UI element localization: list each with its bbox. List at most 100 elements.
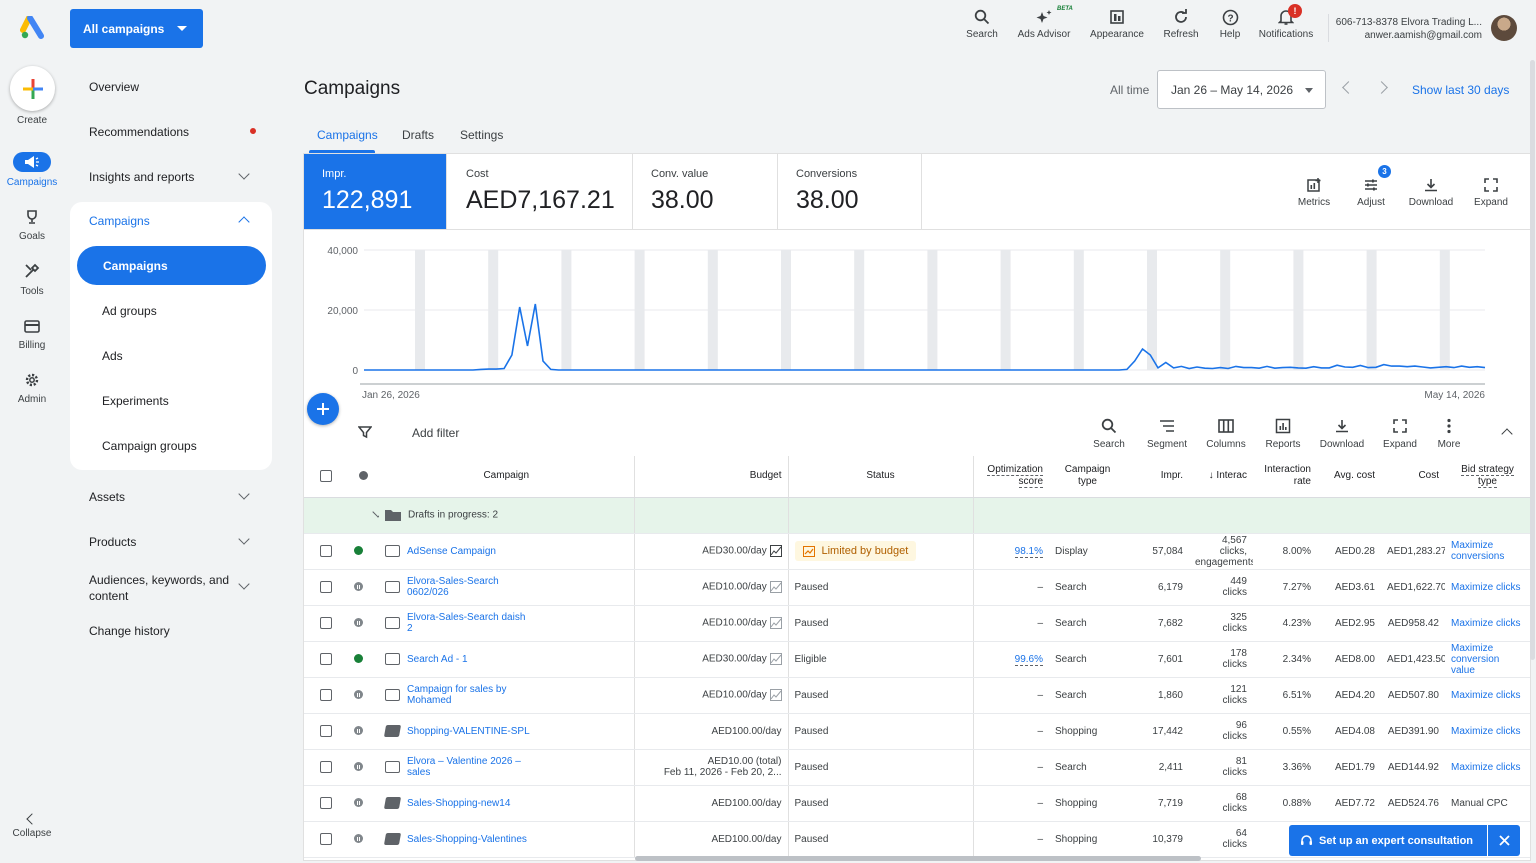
- row-checkbox[interactable]: [320, 545, 332, 557]
- paused-status-icon[interactable]: [354, 582, 363, 592]
- refresh-button[interactable]: Refresh: [1162, 8, 1200, 40]
- appearance-button[interactable]: Appearance: [1089, 8, 1145, 40]
- chevron-down-icon[interactable]: [238, 168, 250, 180]
- campaign-name-link[interactable]: Campaign for sales by Mohamed: [407, 684, 532, 706]
- enabled-status-icon[interactable]: [354, 546, 363, 556]
- metric-cost[interactable]: Cost AED7,167.21: [448, 154, 633, 229]
- chevron-right-icon[interactable]: [1375, 81, 1388, 94]
- bid-strategy[interactable]: Maximize clicks: [1451, 762, 1524, 773]
- budget-chart-icon[interactable]: [769, 689, 782, 701]
- campaigns-rail-label[interactable]: Campaigns: [0, 177, 64, 188]
- col-budget[interactable]: Budget: [634, 456, 789, 498]
- row-checkbox[interactable]: [320, 581, 332, 593]
- campaign-name-link[interactable]: Search Ad - 1: [407, 654, 468, 665]
- table-row[interactable]: Shopping-VALENTINE-SPL AED100.00/day Pause…: [304, 713, 1530, 750]
- metrics-button[interactable]: Metrics: [1294, 176, 1334, 208]
- col-status[interactable]: Status: [788, 456, 974, 498]
- col-bid-strategy[interactable]: Bid strategy type: [1445, 456, 1530, 498]
- paused-status-icon[interactable]: [354, 834, 363, 844]
- nav-sub-campaign-groups[interactable]: Campaign groups: [102, 439, 197, 453]
- bid-strategy[interactable]: Maximize clicks: [1451, 618, 1524, 629]
- bid-strategy[interactable]: Maximize clicks: [1451, 690, 1524, 701]
- nav-recommendations[interactable]: Recommendations: [89, 125, 189, 139]
- table-expand-button[interactable]: Expand: [1381, 417, 1419, 450]
- nav-sub-experiments[interactable]: Experiments: [102, 394, 169, 408]
- table-row[interactable]: Elvora – Valentine 2026 – sales AED10.00 …: [304, 749, 1530, 786]
- nav-assets[interactable]: Assets: [89, 490, 125, 504]
- tools-rail-label[interactable]: Tools: [0, 286, 64, 297]
- campaign-name-link[interactable]: Shopping-VALENTINE-SPL: [407, 726, 530, 737]
- paused-status-icon[interactable]: [354, 762, 363, 772]
- col-interaction-rate[interactable]: Interaction rate: [1253, 456, 1317, 498]
- chevron-down-icon[interactable]: [372, 506, 379, 518]
- bid-strategy[interactable]: Maximize conversion value: [1451, 643, 1524, 676]
- chevron-down-icon[interactable]: [238, 488, 250, 500]
- add-filter-button[interactable]: Add filter: [412, 426, 459, 440]
- credit-card-icon[interactable]: [20, 316, 44, 336]
- drafts-row[interactable]: Drafts in progress: 2: [304, 497, 1530, 534]
- bid-strategy[interactable]: Maximize clicks: [1451, 726, 1524, 737]
- metric-conversions[interactable]: Conversions 38.00: [778, 154, 922, 229]
- metric-impressions[interactable]: Impr. 122,891: [304, 154, 447, 229]
- tab-drafts[interactable]: Drafts: [402, 128, 434, 142]
- nav-sub-campaigns[interactable]: Campaigns: [77, 246, 266, 285]
- vertical-scrollbar[interactable]: [1530, 60, 1535, 660]
- row-checkbox[interactable]: [320, 797, 332, 809]
- nav-change-history[interactable]: Change history: [89, 624, 170, 638]
- nav-products[interactable]: Products: [89, 535, 136, 549]
- more-button[interactable]: More: [1435, 417, 1463, 450]
- budget-chart-icon[interactable]: [769, 653, 782, 665]
- campaign-name-link[interactable]: Elvora-Sales-Search daish 2: [407, 612, 532, 634]
- segment-button[interactable]: Segment: [1144, 417, 1190, 450]
- nav-sub-ads[interactable]: Ads: [102, 349, 123, 363]
- select-all-checkbox[interactable]: [320, 469, 332, 482]
- account-info[interactable]: 606-713-8378 Elvora Trading L... anwer.a…: [1336, 16, 1482, 42]
- adjust-button[interactable]: Adjust: [1353, 176, 1389, 208]
- chevron-left-icon[interactable]: [1342, 81, 1355, 94]
- chevron-down-icon[interactable]: [238, 533, 250, 545]
- help-button[interactable]: ? Help: [1216, 8, 1244, 40]
- bid-strategy[interactable]: Maximize conversions: [1451, 540, 1524, 562]
- paused-status-icon[interactable]: [354, 690, 363, 700]
- budget-chart-icon[interactable]: [769, 581, 782, 593]
- expand-button[interactable]: Expand: [1471, 176, 1511, 208]
- table-row[interactable]: Search Ad - 1 AED30.00/day Eligible 99.6% S…: [304, 641, 1530, 678]
- nav-audiences[interactable]: Audiences, keywords, and content: [89, 572, 229, 604]
- paused-status-icon[interactable]: [354, 618, 363, 628]
- table-row[interactable]: Sales-Shopping-new14 AED100.00/day Paused –…: [304, 785, 1530, 822]
- enabled-status-icon[interactable]: [354, 654, 363, 664]
- create-button[interactable]: [10, 66, 55, 111]
- avatar[interactable]: [1491, 15, 1517, 41]
- row-checkbox[interactable]: [320, 689, 332, 701]
- table-row[interactable]: AdSense Campaign AED30.00/day Limited by …: [304, 533, 1530, 570]
- filter-icon[interactable]: [357, 425, 373, 442]
- table-row[interactable]: Campaign for sales by Mohamed AED10.00/da…: [304, 677, 1530, 714]
- status-dot-header[interactable]: [359, 471, 368, 481]
- budget-chart-icon[interactable]: [769, 545, 782, 557]
- nav-campaigns[interactable]: Campaigns: [89, 214, 150, 228]
- campaign-name-link[interactable]: Sales-Shopping-new14: [407, 798, 510, 809]
- campaigns-rail-button[interactable]: [13, 152, 51, 172]
- all-campaigns-selector[interactable]: All campaigns: [70, 9, 203, 48]
- reports-button[interactable]: Reports: [1262, 417, 1304, 450]
- nav-sub-ad-groups[interactable]: Ad groups: [102, 304, 157, 318]
- col-campaign[interactable]: Campaign: [379, 456, 635, 498]
- admin-rail-label[interactable]: Admin: [0, 394, 64, 405]
- horizontal-scrollbar[interactable]: [635, 856, 1201, 861]
- collapse-button[interactable]: Collapse: [0, 812, 64, 839]
- table-search-button[interactable]: Search: [1091, 417, 1127, 450]
- col-impressions[interactable]: Impr.: [1126, 456, 1189, 498]
- nav-overview[interactable]: Overview: [89, 80, 139, 94]
- bid-strategy[interactable]: Maximize clicks: [1451, 582, 1524, 593]
- campaign-name-link[interactable]: Sales-Shopping-Valentines: [407, 834, 527, 845]
- expert-consultation-button[interactable]: Set up an expert consultation: [1289, 825, 1487, 856]
- trophy-icon[interactable]: [20, 207, 44, 227]
- col-avg-cost[interactable]: Avg. cost: [1317, 456, 1381, 498]
- row-checkbox[interactable]: [320, 761, 332, 773]
- col-campaign-type[interactable]: Campaign type: [1049, 456, 1126, 498]
- ads-advisor-button[interactable]: Ads Advisor: [1014, 8, 1074, 40]
- row-checkbox[interactable]: [320, 833, 332, 845]
- goals-rail-label[interactable]: Goals: [0, 231, 64, 242]
- campaign-name-link[interactable]: Elvora – Valentine 2026 – sales: [407, 756, 532, 778]
- columns-button[interactable]: Columns: [1204, 417, 1248, 450]
